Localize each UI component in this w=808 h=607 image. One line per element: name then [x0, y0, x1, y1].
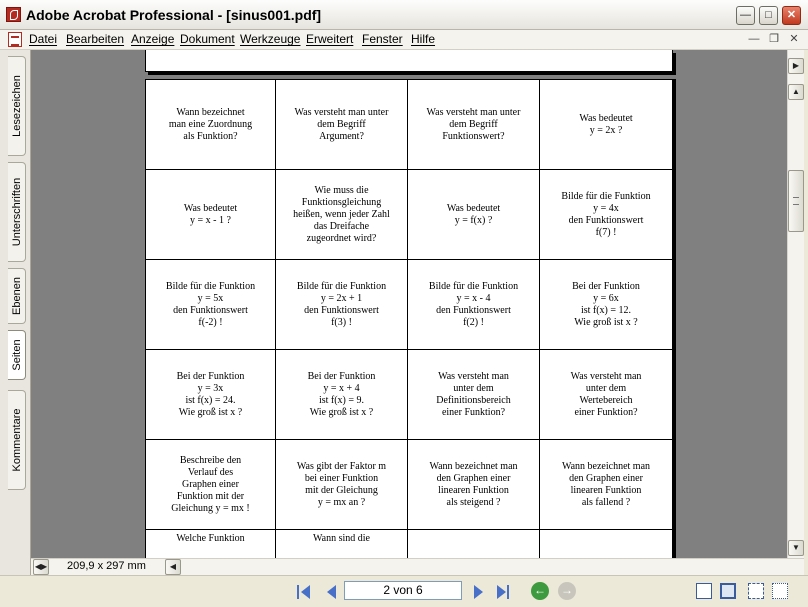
next-page-button[interactable] [470, 583, 488, 601]
card-cell: Was versteht man unter dem Begriff Funkt… [408, 80, 540, 170]
tab-kommentare[interactable]: Kommentare [8, 390, 26, 490]
page-size-label: 209,9 x 297 mm [67, 560, 146, 572]
last-page-button[interactable] [494, 583, 512, 601]
continuous-view-icon[interactable] [720, 583, 736, 599]
single-page-view-icon[interactable] [696, 583, 712, 599]
maximize-button[interactable]: □ [759, 6, 778, 25]
continuous-facing-view-icon[interactable] [772, 583, 788, 599]
card-cell: Was gibt der Faktor m bei einer Funktion… [276, 440, 408, 530]
card-cell: Bilde für die Funktion y = 2x + 1 den Fu… [276, 260, 408, 350]
scroll-down-button[interactable]: ▼ [788, 540, 804, 556]
tab-lesezeichen[interactable]: Lesezeichen [8, 56, 26, 156]
go-back-icon[interactable]: ← [531, 582, 549, 600]
card-cell: Was bedeutet y = x - 1 ? [146, 170, 276, 260]
menu-anzeige[interactable]: Anzeige [131, 32, 174, 46]
card-cell: Wann sind die [276, 530, 408, 558]
card-cell [540, 530, 672, 558]
card-cell: Was bedeutet y = f(x) ? [408, 170, 540, 260]
card-cell: Bilde für die Funktion y = x - 4 den Fun… [408, 260, 540, 350]
vertical-scrollbar[interactable]: ▶ ▲ ▼ [787, 50, 804, 558]
title-bar: Adobe Acrobat Professional - [sinus001.p… [0, 0, 808, 30]
menu-erweitert[interactable]: Erweitert [306, 32, 353, 46]
close-button[interactable]: ✕ [782, 6, 801, 25]
navigation-panel: Lesezeichen Unterschriften Ebenen Seiten… [0, 50, 31, 575]
previous-page-bottom [145, 50, 673, 72]
menu-fenster[interactable]: Fenster [362, 32, 403, 46]
card-cell: Welche Funktion [146, 530, 276, 558]
card-cell: Wann bezeichnet man eine Zuordnung als F… [146, 80, 276, 170]
menu-bearbeiten[interactable]: Bearbeiten [66, 32, 124, 46]
status-bar: 2 von 6 ← → [0, 575, 808, 607]
document-viewer[interactable]: Wann bezeichnet man eine Zuordnung als F… [31, 50, 787, 558]
pdf-page: Wann bezeichnet man eine Zuordnung als F… [145, 79, 673, 558]
card-cell [408, 530, 540, 558]
card-cell: Was versteht man unter dem Begriff Argum… [276, 80, 408, 170]
scroll-right-button[interactable]: ▶ [788, 58, 804, 74]
menu-werkzeuge[interactable]: Werkzeuge [240, 32, 300, 46]
card-cell: Bei der Funktion y = x + 4 ist f(x) = 9.… [276, 350, 408, 440]
scroll-thumb[interactable] [788, 170, 804, 232]
card-cell: Wann bezeichnet man den Graphen einer li… [540, 440, 672, 530]
tab-seiten[interactable]: Seiten [8, 330, 26, 380]
menu-datei[interactable]: Datei [29, 32, 57, 46]
card-cell: Beschreibe den Verlauf des Graphen einer… [146, 440, 276, 530]
menu-hilfe[interactable]: Hilfe [411, 32, 435, 46]
menu-dokument[interactable]: Dokument [180, 32, 235, 46]
card-grid: Wann bezeichnet man eine Zuordnung als F… [146, 80, 672, 558]
doc-close-button[interactable]: ✕ [786, 32, 802, 48]
first-page-button[interactable] [296, 583, 314, 601]
go-forward-icon[interactable]: → [558, 582, 576, 600]
card-cell: Bilde für die Funktion y = 5x den Funkti… [146, 260, 276, 350]
card-cell: Bei der Funktion y = 6x ist f(x) = 12. W… [540, 260, 672, 350]
minimize-button[interactable]: — [736, 6, 755, 25]
card-cell: Was bedeutet y = 2x ? [540, 80, 672, 170]
tab-unterschriften[interactable]: Unterschriften [8, 162, 26, 262]
card-cell: Wie muss die Funktionsgleichung heißen, … [276, 170, 408, 260]
card-cell: Was versteht man unter dem Definitionsbe… [408, 350, 540, 440]
card-cell: Was versteht man unter dem Wertebereich … [540, 350, 672, 440]
facing-view-icon[interactable] [748, 583, 764, 599]
card-cell: Wann bezeichnet man den Graphen einer li… [408, 440, 540, 530]
horizontal-bar: ◀▶ 209,9 x 297 mm ◀ [31, 558, 804, 575]
tab-ebenen[interactable]: Ebenen [8, 268, 26, 324]
doc-minimize-button[interactable]: — [746, 32, 762, 48]
card-cell: Bilde für die Funktion y = 4x den Funkti… [540, 170, 672, 260]
split-handle[interactable]: ◀▶ [33, 559, 49, 575]
pdf-document-icon[interactable] [8, 32, 22, 47]
page-number-field[interactable]: 2 von 6 [344, 581, 462, 600]
menu-bar: Datei Bearbeiten Anzeige Dokument Werkze… [0, 30, 808, 50]
acrobat-app-icon [6, 7, 21, 22]
card-cell: Bei der Funktion y = 3x ist f(x) = 24. W… [146, 350, 276, 440]
scroll-left-button[interactable]: ◀ [165, 559, 181, 575]
window-title: Adobe Acrobat Professional - [sinus001.p… [26, 7, 322, 23]
scroll-up-button[interactable]: ▲ [788, 84, 804, 100]
previous-page-button[interactable] [323, 583, 341, 601]
doc-restore-button[interactable]: ❐ [766, 32, 782, 48]
